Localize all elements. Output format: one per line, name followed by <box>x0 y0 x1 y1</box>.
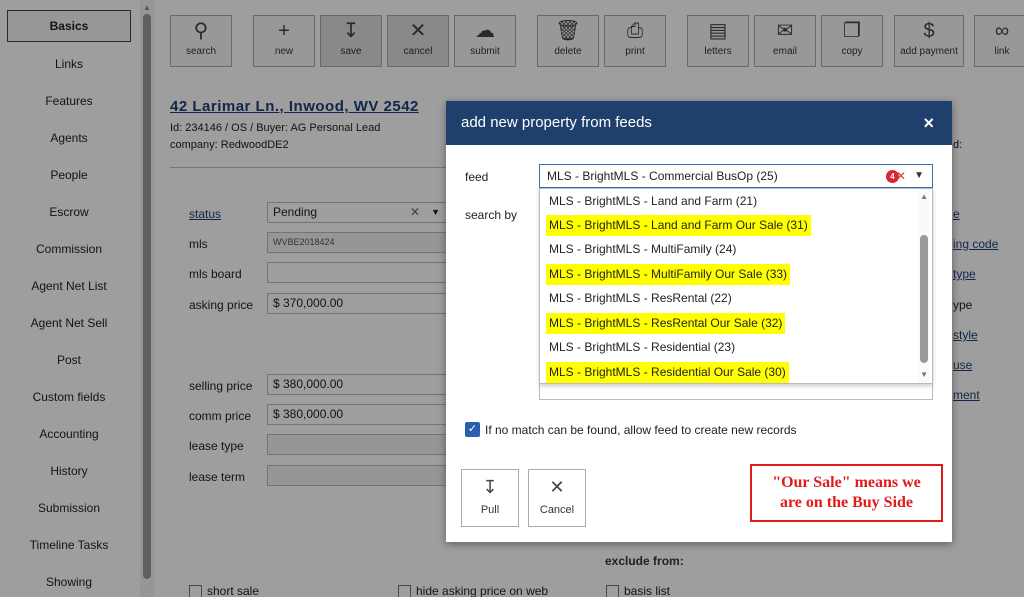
dropdown-option[interactable]: MLS - BrightMLS - Land and Farm (21) <box>546 191 760 212</box>
feed-label: feed <box>465 170 489 184</box>
search-by-field[interactable] <box>539 384 933 400</box>
close-icon: ✕ <box>549 477 565 497</box>
dropdown-scroll-thumb[interactable] <box>920 235 928 363</box>
dropdown-option-our-sale[interactable]: MLS - BrightMLS - ResRental Our Sale (32… <box>546 313 786 334</box>
dropdown-option-our-sale[interactable]: MLS - BrightMLS - MultiFamily Our Sale (… <box>546 264 791 285</box>
dropdown-option[interactable]: MLS - BrightMLS - Residential (23) <box>546 337 738 358</box>
scroll-up-arrow-icon[interactable]: ▲ <box>920 192 928 201</box>
allow-create-checkbox[interactable]: ✓ <box>465 422 480 437</box>
modal-title: add new property from feeds <box>461 114 652 131</box>
feed-select[interactable]: MLS - BrightMLS - Commercial BusOp (25) … <box>539 164 933 188</box>
dropdown-option-our-sale[interactable]: MLS - BrightMLS - Residential Our Sale (… <box>546 362 789 383</box>
download-icon: ↧ <box>482 477 498 497</box>
close-icon[interactable]: × <box>923 101 934 145</box>
modal-header: add new property from feeds × <box>446 101 952 145</box>
search-by-label: search by <box>465 208 518 222</box>
allow-create-label: If no match can be found, allow feed to … <box>485 423 797 437</box>
clear-icon[interactable]: ✕ <box>896 165 906 187</box>
feed-select-value: MLS - BrightMLS - Commercial BusOp (25) <box>547 169 778 183</box>
chevron-down-icon[interactable]: ▼ <box>914 165 924 187</box>
exclude-from-label: exclude from: <box>605 554 684 568</box>
dropdown-option-our-sale[interactable]: MLS - BrightMLS - Land and Farm Our Sale… <box>546 215 811 236</box>
dropdown-option[interactable]: MLS - BrightMLS - MultiFamily (24) <box>546 239 739 260</box>
dropdown-option[interactable]: MLS - BrightMLS - ResRental (22) <box>546 288 735 309</box>
annotation-callout: "Our Sale" means we are on the Buy Side <box>750 464 943 522</box>
modal-cancel-button[interactable]: ✕ Cancel <box>528 469 586 527</box>
scroll-down-arrow-icon[interactable]: ▼ <box>920 370 928 379</box>
feed-dropdown-list: MLS - BrightMLS - Land and Farm (21) MLS… <box>539 188 933 384</box>
pull-button[interactable]: ↧ Pull <box>461 469 519 527</box>
